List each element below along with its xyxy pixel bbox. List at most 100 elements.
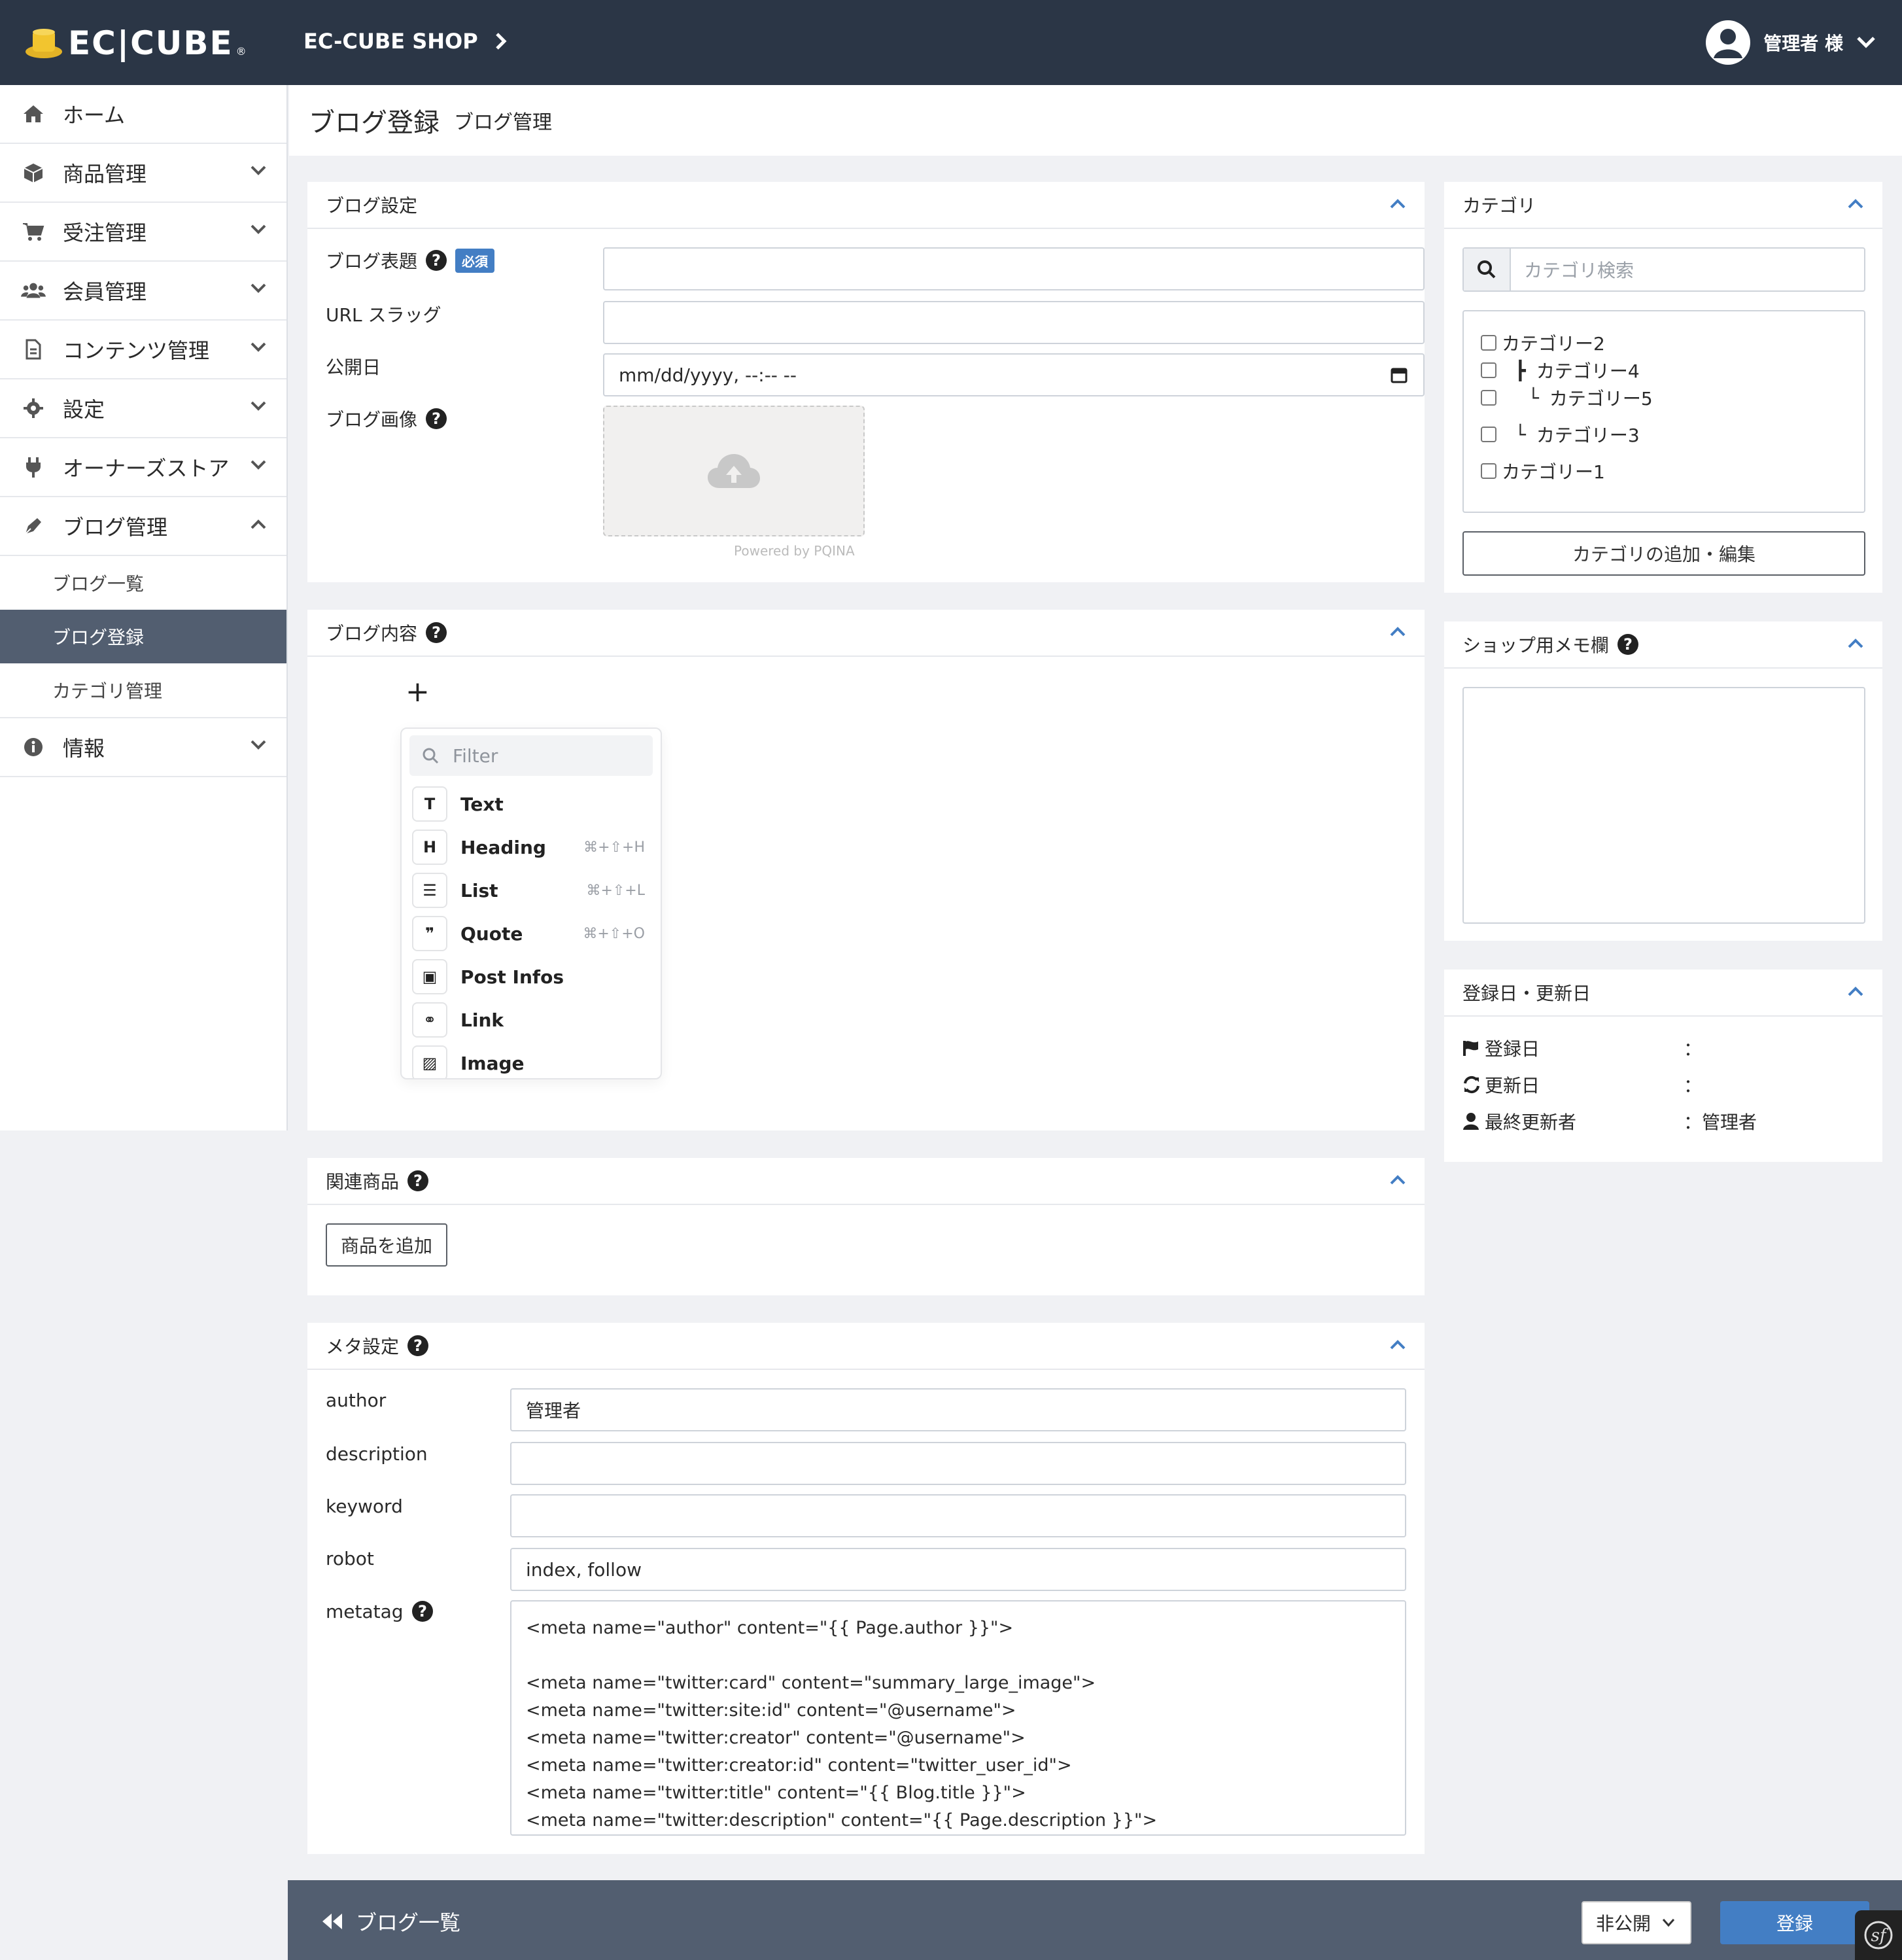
chevron-up-icon[interactable]	[1389, 1174, 1406, 1185]
sidebar-subitem-category-manage[interactable]: カテゴリ管理	[0, 663, 286, 717]
heading-icon: H	[412, 830, 447, 865]
related-products-card: 関連商品 ? 商品を追加	[307, 1158, 1425, 1295]
symfony-toolbar-icon[interactable]: sf	[1855, 1910, 1902, 1960]
category-item[interactable]: └ カテゴリー3	[1481, 421, 1640, 447]
created-value: ：	[1684, 1038, 1703, 1060]
sidebar-item-orders[interactable]: 受注管理	[0, 203, 286, 262]
block-label: Quote	[460, 922, 523, 945]
metatag-textarea[interactable]: <meta name="author" content="{{ Page.aut…	[510, 1600, 1406, 1836]
robot-input[interactable]: index, follow	[510, 1548, 1406, 1591]
block-item-image[interactable]: ▨ Image	[402, 1041, 661, 1078]
submit-button[interactable]: 登録	[1720, 1901, 1869, 1944]
question-circle-icon[interactable]: ?	[411, 1600, 434, 1622]
card-header[interactable]: ショップ用メモ欄 ?	[1444, 621, 1882, 669]
category-item[interactable]: カテゴリー2	[1481, 330, 1605, 356]
block-label: Text	[460, 793, 504, 815]
sidebar-item-home[interactable]: ホーム	[0, 85, 286, 144]
card-header[interactable]: メタ設定 ?	[307, 1323, 1425, 1370]
image-dropzone[interactable]	[603, 406, 865, 536]
block-label: Image	[460, 1052, 525, 1074]
author-input[interactable]: 管理者	[510, 1388, 1406, 1431]
shortcut-hint: ⌘+⇧+H	[583, 839, 645, 856]
sidebar-item-settings[interactable]: 設定	[0, 379, 286, 438]
sidebar: ホーム 商品管理 受注管理 会員管理 コンテンツ管理 設定 オーナーズストア ブ…	[0, 85, 288, 1130]
search-icon[interactable]	[1464, 249, 1511, 290]
shop-memo-textarea[interactable]	[1462, 687, 1865, 924]
checkbox[interactable]	[1481, 427, 1496, 442]
keyword-input[interactable]	[510, 1494, 1406, 1537]
block-item-post-infos[interactable]: ▣ Post Infos	[402, 955, 661, 998]
sidebar-subitem-blog-register[interactable]: ブログ登録	[0, 610, 286, 663]
page-subtitle: ブログ管理	[454, 111, 552, 134]
logo-text: EC|CUBE	[68, 24, 233, 62]
card-header[interactable]: ブログ設定	[307, 182, 1425, 229]
block-item-list[interactable]: ☰ List ⌘+⇧+L	[402, 869, 661, 912]
sidebar-item-blog[interactable]: ブログ管理	[0, 497, 286, 556]
chevron-up-icon[interactable]	[1847, 985, 1864, 997]
category-item[interactable]: ┣ カテゴリー4	[1481, 357, 1640, 383]
user-menu[interactable]: 管理者 様	[1706, 20, 1876, 65]
block-item-quote[interactable]: ❞ Quote ⌘+⇧+O	[402, 912, 661, 955]
checkbox[interactable]	[1481, 463, 1496, 479]
question-circle-icon[interactable]: ?	[1617, 633, 1639, 656]
card-header[interactable]: 関連商品 ?	[307, 1158, 1425, 1205]
shop-link[interactable]: EC-CUBE SHOP	[303, 29, 507, 54]
question-circle-icon[interactable]: ?	[425, 408, 447, 430]
chevron-up-icon[interactable]	[1847, 637, 1864, 649]
blog-title-input[interactable]	[603, 247, 1425, 290]
category-label: カテゴリー5	[1549, 388, 1653, 410]
chevron-up-icon	[251, 519, 266, 529]
sidebar-item-label: 商品管理	[63, 162, 147, 186]
card-header[interactable]: ブログ内容 ?	[307, 610, 1425, 657]
block-item-heading[interactable]: H Heading ⌘+⇧+H	[402, 826, 661, 869]
block-item-link[interactable]: ⚭ Link	[402, 998, 661, 1041]
sidebar-item-info[interactable]: 情報	[0, 718, 286, 777]
sidebar-item-contents[interactable]: コンテンツ管理	[0, 321, 286, 379]
url-slug-input[interactable]	[603, 301, 1425, 344]
box-icon	[21, 160, 46, 185]
chevron-up-icon[interactable]	[1389, 625, 1406, 637]
users-icon	[21, 278, 46, 303]
visibility-select[interactable]: 非公開	[1582, 1901, 1691, 1944]
calendar-icon[interactable]	[1391, 366, 1408, 383]
sidebar-item-products[interactable]: 商品管理	[0, 144, 286, 203]
category-item[interactable]: └ カテゴリー5	[1481, 385, 1653, 411]
card-header[interactable]: 登録日・更新日	[1444, 970, 1882, 1017]
chevron-up-icon[interactable]	[1389, 198, 1406, 209]
sidebar-item-owners-store[interactable]: オーナーズストア	[0, 438, 286, 497]
checkbox[interactable]	[1481, 335, 1496, 351]
question-circle-icon[interactable]: ?	[407, 1170, 429, 1192]
add-block-button[interactable]: +	[406, 675, 430, 709]
updated-value: ：	[1684, 1075, 1703, 1096]
block-label: Heading	[460, 836, 546, 858]
back-to-list-link[interactable]: ブログ一覧	[320, 1906, 460, 1936]
app-header: EC|CUBE ® EC-CUBE SHOP 管理者 様	[0, 0, 1902, 85]
checkbox[interactable]	[1481, 390, 1496, 406]
category-edit-button[interactable]: カテゴリの追加・編集	[1462, 531, 1865, 576]
block-filter-input[interactable]: Filter	[409, 735, 653, 776]
ec-cube-logo[interactable]: EC|CUBE ®	[25, 24, 247, 63]
sidebar-item-label: 情報	[63, 736, 105, 761]
block-label: Link	[460, 1009, 504, 1031]
category-search-input[interactable]: カテゴリ検索	[1511, 249, 1864, 290]
chevron-up-icon[interactable]	[1847, 198, 1864, 209]
question-circle-icon[interactable]: ?	[425, 249, 447, 271]
sidebar-item-members[interactable]: 会員管理	[0, 262, 286, 321]
tree-branch: └	[1515, 423, 1526, 446]
shop-memo-card: ショップ用メモ欄 ?	[1444, 621, 1882, 941]
chevron-up-icon[interactable]	[1389, 1339, 1406, 1350]
question-circle-icon[interactable]: ?	[407, 1335, 429, 1357]
sidebar-item-label: ホーム	[63, 103, 126, 128]
sidebar-subitem-blog-list[interactable]: ブログ一覧	[0, 556, 286, 610]
publish-date-input[interactable]: mm/dd/yyyy, --:-- --	[603, 353, 1425, 396]
checkbox[interactable]	[1481, 362, 1496, 378]
chevron-down-icon	[251, 224, 266, 234]
block-item-text[interactable]: T Text	[402, 782, 661, 826]
add-product-button[interactable]: 商品を追加	[326, 1223, 447, 1267]
card-header[interactable]: カテゴリ	[1444, 182, 1882, 229]
description-input[interactable]	[510, 1442, 1406, 1485]
question-circle-icon[interactable]: ?	[425, 621, 447, 644]
category-item[interactable]: カテゴリー1	[1481, 458, 1605, 484]
keyword-label: keyword	[326, 1496, 403, 1517]
chevron-down-icon	[1662, 1919, 1675, 1927]
